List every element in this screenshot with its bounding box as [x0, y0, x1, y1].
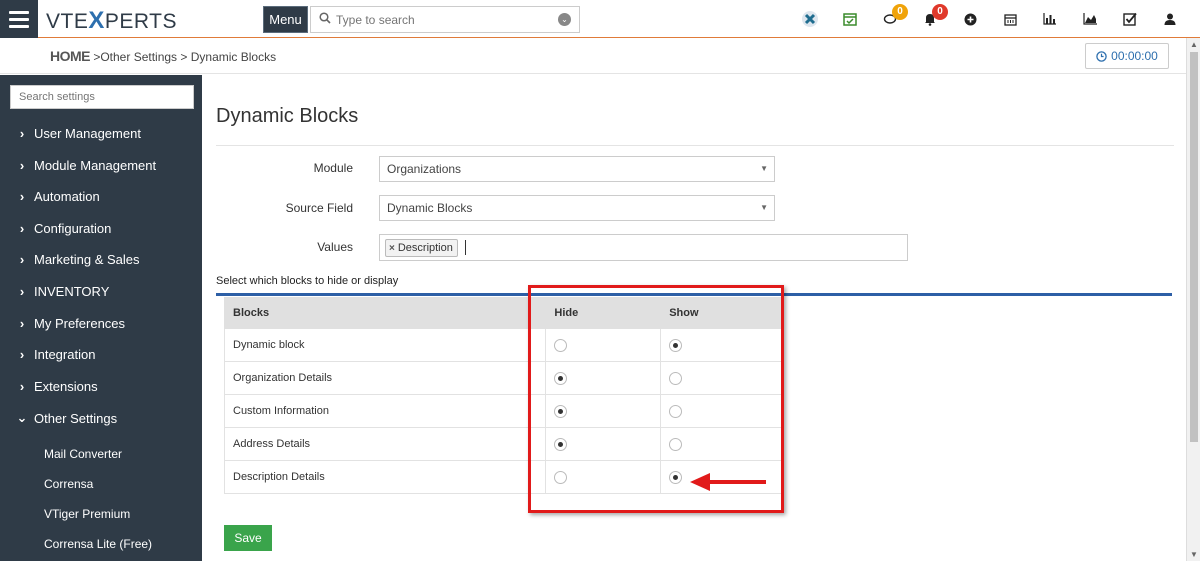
breadcrumb: HOME >Other Settings > Dynamic Blocks — [50, 48, 277, 64]
scroll-thumb[interactable] — [1190, 52, 1198, 442]
sidebar-item-user-management[interactable]: › User Management — [0, 118, 202, 148]
alerts-count-badge: 0 — [932, 4, 948, 20]
values-label: Values — [317, 240, 353, 254]
scroll-down-icon[interactable]: ▼ — [1190, 550, 1198, 559]
global-search[interactable]: ⌄ — [310, 6, 580, 33]
scroll-up-icon[interactable]: ▲ — [1190, 40, 1198, 49]
bell-icon[interactable]: 0 — [910, 0, 950, 38]
search-icon — [319, 12, 331, 27]
vtexperts-logo[interactable]: VTEXPERTS — [46, 7, 177, 35]
settings-search-input[interactable] — [11, 86, 193, 108]
calendar-check-icon[interactable] — [830, 0, 870, 38]
search-input[interactable] — [336, 12, 556, 27]
value-tag[interactable]: × Description — [385, 239, 458, 257]
add-plus-icon[interactable] — [950, 0, 990, 38]
settings-search[interactable] — [10, 85, 194, 109]
source-field-select[interactable]: Dynamic Blocks ▼ — [379, 195, 775, 221]
timer-button[interactable]: 00:00:00 — [1085, 43, 1169, 69]
breadcrumb-other-settings[interactable]: Other Settings — [100, 50, 177, 64]
module-select[interactable]: Organizations ▼ — [379, 156, 775, 182]
sidebar-subitem-vtiger-premium[interactable]: VTiger Premium — [44, 507, 130, 521]
chat-notifications-icon[interactable]: 0 — [870, 0, 910, 38]
top-toolbar-icons: 0 0 — [790, 0, 1190, 38]
module-label: Module — [313, 161, 353, 175]
vtexperts-x-icon[interactable] — [790, 0, 830, 38]
blocks-section-label: Select which blocks to hide or display — [216, 275, 399, 287]
remove-tag-icon[interactable]: × — [389, 243, 395, 254]
sidebar-item-marketing-sales[interactable]: › Marketing & Sales — [0, 244, 202, 274]
page-scrollbar[interactable]: ▲ ▼ — [1186, 38, 1200, 561]
dropdown-caret-icon: ▼ — [760, 164, 768, 173]
sidebar-subitem-mail-converter[interactable]: Mail Converter — [44, 447, 122, 461]
sidebar-item-module-management[interactable]: › Module Management — [0, 150, 202, 180]
chevron-right-icon: › — [19, 283, 25, 299]
sidebar-item-configuration[interactable]: › Configuration — [0, 213, 202, 243]
sidebar-item-automation[interactable]: › Automation — [0, 181, 202, 211]
page-title: Dynamic Blocks — [216, 105, 359, 127]
block-name-cell: Custom Information — [223, 394, 547, 428]
red-arrow-annotation — [690, 473, 766, 491]
sidebar-subitem-corrensa[interactable]: Corrensa — [44, 477, 93, 491]
chevron-right-icon: › — [19, 378, 25, 394]
source-field-label: Source Field — [285, 201, 353, 215]
menu-button[interactable]: Menu — [263, 6, 308, 33]
dropdown-caret-icon: ▼ — [760, 203, 768, 212]
breadcrumb-home[interactable]: HOME — [50, 48, 91, 64]
breadcrumb-bar: HOME >Other Settings > Dynamic Blocks 00… — [0, 38, 1186, 74]
sidebar-item-my-preferences[interactable]: › My Preferences — [0, 308, 202, 338]
sidebar-item-integration[interactable]: › Integration — [0, 339, 202, 369]
chevron-right-icon: › — [19, 315, 25, 331]
sidebar-subitem-corrensa-lite[interactable]: Corrensa Lite (Free) — [44, 537, 152, 551]
chevron-right-icon: › — [19, 346, 25, 362]
main-content: Dynamic Blocks Module Organizations ▼ So… — [202, 75, 1186, 561]
timer-value: 00:00:00 — [1111, 49, 1158, 63]
user-profile-icon[interactable] — [1150, 0, 1190, 38]
hamburger-menu-icon[interactable] — [0, 0, 38, 38]
sidebar-item-other-settings[interactable]: ⌄ Other Settings — [0, 403, 202, 433]
block-name-cell: Dynamic block — [223, 328, 547, 362]
block-name-cell: Organization Details — [223, 361, 547, 395]
calendar-icon[interactable] — [990, 0, 1030, 38]
sidebar-item-extensions[interactable]: › Extensions — [0, 371, 202, 401]
chevron-right-icon: › — [19, 251, 25, 267]
title-divider — [216, 145, 1174, 146]
chevron-right-icon: › — [19, 220, 25, 236]
notifications-count-badge: 0 — [892, 4, 908, 20]
clock-icon — [1096, 50, 1107, 62]
search-options-chevron-icon[interactable]: ⌄ — [558, 13, 571, 26]
sidebar-item-inventory[interactable]: › INVENTORY — [0, 276, 202, 306]
values-multiselect[interactable]: × Description — [379, 234, 908, 261]
chevron-right-icon: › — [19, 157, 25, 173]
save-button[interactable]: Save — [224, 525, 272, 551]
task-checkbox-icon[interactable] — [1110, 0, 1150, 38]
top-navbar: VTEXPERTS Menu ⌄ 0 0 — [0, 0, 1200, 38]
blocks-column-header: Blocks — [223, 297, 547, 329]
text-cursor — [465, 240, 466, 255]
chevron-down-icon: ⌄ — [16, 410, 28, 425]
chevron-right-icon: › — [19, 188, 25, 204]
chevron-right-icon: › — [19, 125, 25, 141]
block-name-cell: Address Details — [223, 427, 547, 461]
settings-sidebar: ›User Management ›Module Management ›Aut… — [0, 75, 202, 561]
block-name-cell: Description Details — [223, 460, 547, 494]
area-chart-icon[interactable] — [1070, 0, 1110, 38]
bar-chart-icon[interactable] — [1030, 0, 1070, 38]
breadcrumb-current: Dynamic Blocks — [190, 50, 277, 64]
